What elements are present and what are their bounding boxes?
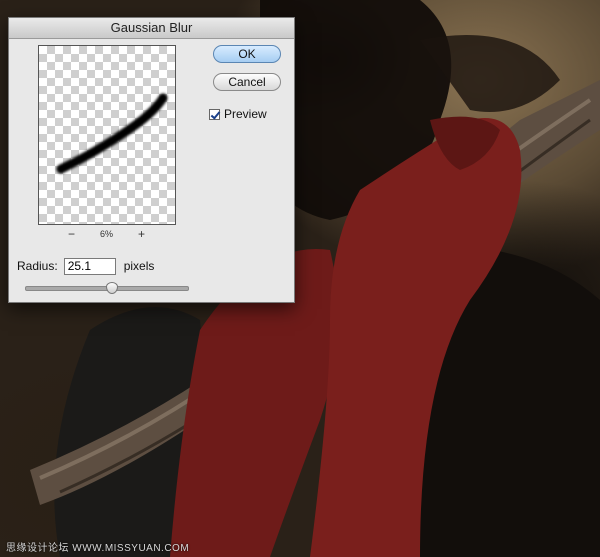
radius-label: Radius: [17,259,58,273]
radius-slider[interactable] [25,282,189,294]
preview-checkbox[interactable] [209,108,220,120]
watermark-text: 思缘设计论坛 WWW.MISSYUAN.COM [6,543,190,554]
zoom-out-button[interactable]: − [68,228,75,240]
gaussian-blur-dialog: Gaussian Blur − 6% + OK Cancel Preview R… [8,17,295,303]
dialog-title: Gaussian Blur [9,18,294,39]
preview-checkbox-text: Preview [224,107,267,121]
preview-pane[interactable] [38,45,176,225]
radius-unit-label: pixels [123,259,155,273]
preview-checkbox-label[interactable]: Preview [209,106,267,122]
radius-slider-thumb[interactable] [105,282,118,294]
zoom-controls: − 6% + [38,228,176,242]
cancel-button[interactable]: Cancel [213,73,281,91]
radius-row: Radius: pixels [17,257,154,275]
blur-preview-stroke [56,93,168,174]
zoom-in-button[interactable]: + [138,228,145,240]
radius-input[interactable] [63,257,116,275]
ok-button[interactable]: OK [213,45,281,63]
zoom-level-label: 6% [100,229,114,239]
